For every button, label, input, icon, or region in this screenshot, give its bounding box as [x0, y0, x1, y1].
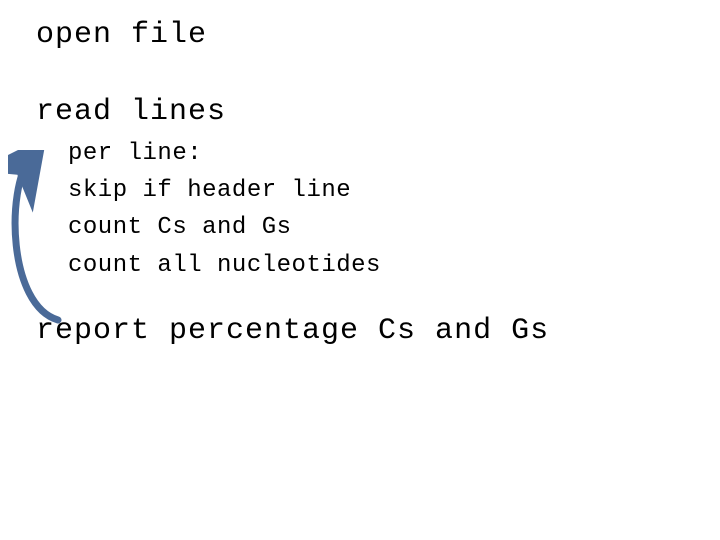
step-open-file: open file [36, 18, 549, 53]
step-skip-header: skip if header line [68, 172, 549, 209]
spacer [36, 284, 549, 314]
pseudocode-block: open file read lines per line: skip if h… [36, 18, 549, 348]
step-count-all: count all nucleotides [68, 247, 549, 284]
step-per-line: per line: [68, 135, 549, 172]
step-count-cg: count Cs and Gs [68, 209, 549, 246]
step-read-lines: read lines [36, 95, 549, 130]
spacer [36, 53, 549, 95]
loop-body: per line: skip if header line count Cs a… [68, 135, 549, 284]
step-report: report percentage Cs and Gs [36, 314, 549, 349]
